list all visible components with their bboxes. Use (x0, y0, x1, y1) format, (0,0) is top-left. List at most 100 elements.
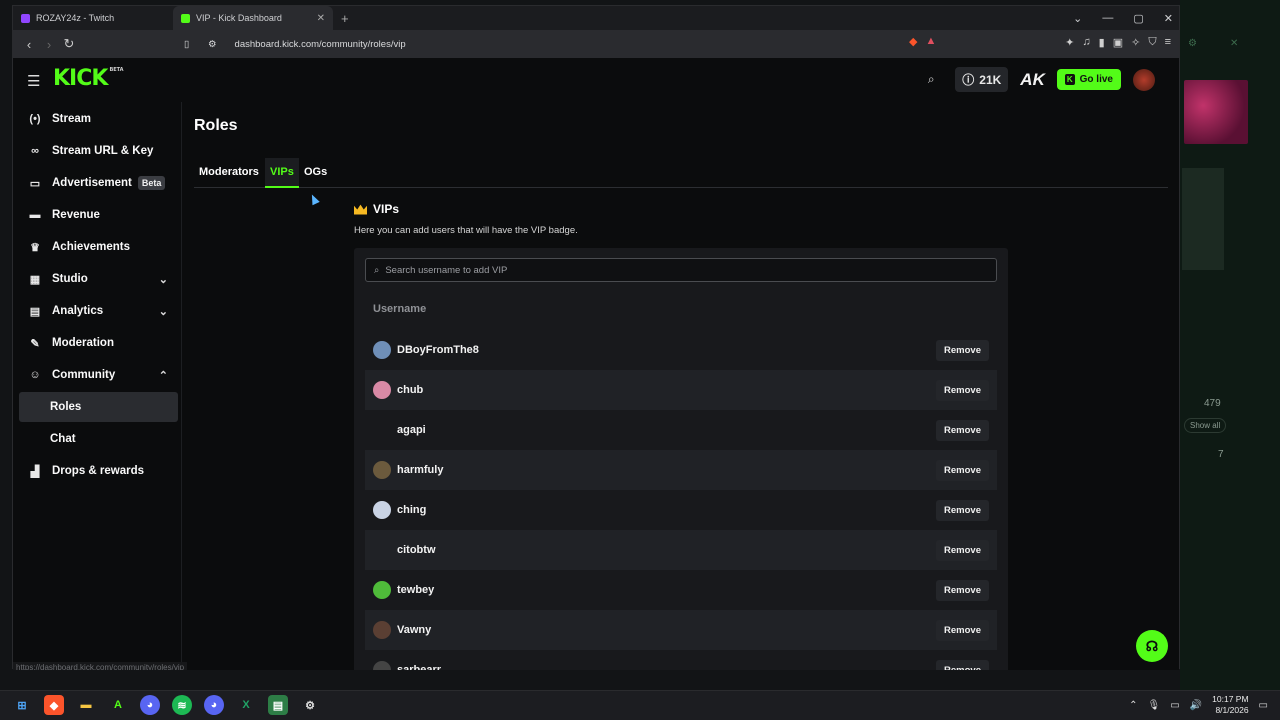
search-placeholder[interactable]: Search username to add VIP (385, 265, 507, 276)
headset-icon: ☊ (1145, 637, 1159, 654)
username: sarbearr (397, 664, 442, 670)
avatar (373, 541, 391, 559)
studio-icon: ▦ (29, 273, 41, 286)
tab-ogs[interactable]: OGs (299, 158, 332, 188)
username: chub (397, 384, 424, 396)
tab-vips[interactable]: VIPs (265, 158, 299, 188)
avatar (373, 381, 391, 399)
tray-chevron-up-icon[interactable]: ⌃ (1129, 700, 1137, 711)
forward-icon[interactable]: › (39, 37, 59, 52)
system-clock[interactable]: 10:17 PM 8/1/2026 (1212, 694, 1248, 716)
remove-button[interactable]: Remove (936, 339, 989, 361)
sidebar-item-community[interactable]: ☺ Community ⌃ (19, 360, 178, 390)
reload-icon[interactable]: ↻ (59, 36, 79, 52)
new-tab-icon[interactable]: + (341, 11, 349, 26)
back-icon[interactable]: ‹ (19, 37, 39, 52)
url-text[interactable]: dashboard.kick.com/community/roles/vip (235, 39, 406, 50)
chevron-down-icon: ⌄ (158, 305, 168, 318)
bookmark-icon[interactable]: ▯ (184, 39, 189, 50)
media-icon[interactable]: ♫ (1082, 36, 1090, 49)
logo-beta: BETA (109, 67, 124, 73)
logo-text: KICK (53, 66, 108, 91)
tab-list-chevron-icon[interactable]: ⌄ (1073, 12, 1082, 25)
vpn-icon[interactable]: ⛉ (1148, 36, 1156, 49)
search-icon[interactable]: ⌕ (919, 68, 943, 92)
tab-twitch[interactable]: ROZAY24z - Twitch (13, 6, 173, 30)
site-info-icon[interactable]: ⚙ (208, 39, 217, 50)
brave-rewards-icon[interactable]: ▲ (925, 35, 936, 48)
sidebar-toggle-icon[interactable]: ▮ (1099, 36, 1105, 49)
file-explorer-icon[interactable]: ▬ (76, 695, 96, 715)
excel-icon[interactable]: X (236, 695, 256, 715)
menu-icon[interactable]: ≡ (1165, 36, 1171, 49)
kicks-balance[interactable]: ⓘ 21K (955, 67, 1009, 92)
kicks-count: 21K (979, 72, 1002, 87)
volume-icon[interactable]: 🔊 (1190, 700, 1202, 711)
app-a-icon[interactable]: A (108, 695, 128, 715)
discord-icon-2[interactable]: ◕ (204, 695, 224, 715)
sidebar-item-studio[interactable]: ▦ Studio ⌄ (19, 264, 178, 294)
leo-icon[interactable]: ✧ (1131, 36, 1140, 49)
hamburger-menu-icon[interactable]: ☰ (27, 72, 40, 90)
maximize-icon[interactable]: ▢ (1133, 12, 1143, 25)
roles-tabs: Moderators VIPs OGs (194, 158, 1168, 188)
tab-title: VIP - Kick Dashboard (196, 13, 282, 23)
wallet-icon[interactable]: ▣ (1113, 36, 1123, 49)
remove-button[interactable]: Remove (936, 499, 989, 521)
remove-button[interactable]: Remove (936, 539, 989, 561)
sidebar-item-moderation[interactable]: ✎ Moderation (19, 328, 178, 358)
tab-kick-dashboard[interactable]: VIP - Kick Dashboard ✕ (173, 6, 333, 30)
display-icon[interactable]: ▭ (1170, 700, 1179, 711)
user-avatar[interactable] (1133, 68, 1155, 91)
remove-button[interactable]: Remove (936, 659, 989, 670)
sidebar-item-stream[interactable]: (•) Stream (19, 104, 178, 134)
settings-icon[interactable]: ⚙ (300, 695, 320, 715)
avatar (373, 421, 391, 439)
remove-button[interactable]: Remove (936, 379, 989, 401)
revenue-icon: ▬ (29, 209, 41, 221)
sidebar-item-analytics[interactable]: ▤ Analytics ⌄ (19, 296, 178, 326)
remove-button[interactable]: Remove (936, 619, 989, 641)
window-close-icon[interactable]: ✕ (1164, 12, 1173, 25)
sidebar-item-stream-url-key[interactable]: ∞ Stream URL & Key (19, 136, 178, 166)
search-input[interactable]: ⌕ Search username to add VIP (365, 258, 997, 282)
windows-start-icon[interactable]: ⊞ (12, 695, 32, 715)
mouse-cursor-icon (308, 192, 320, 206)
sheets-icon[interactable]: ▤ (268, 695, 288, 715)
spotify-icon[interactable]: ≋ (172, 695, 192, 715)
discord-icon[interactable]: ◕ (140, 695, 160, 715)
avatar (373, 621, 391, 639)
sidebar-item-roles[interactable]: Roles (19, 392, 178, 422)
sidebar-item-label: Chat (50, 433, 76, 445)
tab-moderators[interactable]: Moderators (194, 158, 264, 188)
background-show-all[interactable]: Show all (1184, 418, 1227, 433)
sidebar-item-chat[interactable]: Chat (19, 424, 178, 454)
sidebar: (•) Stream ∞ Stream URL & Key ▭ Advertiseme… (13, 102, 182, 670)
desktop: 479 Show all 7 ⚙ ✕ ROZAY24z - Twitch VIP… (0, 0, 1280, 720)
remove-button[interactable]: Remove (936, 459, 989, 481)
username: DBoyFromThe8 (397, 344, 479, 356)
url-field[interactable]: ▯ ⚙ dashboard.kick.com/community/roles/v… (184, 34, 953, 54)
sidebar-item-label: Achievements (52, 241, 130, 253)
microphone-icon[interactable]: 🎙 (1148, 700, 1161, 711)
brave-shield-icon[interactable]: ◆ (909, 35, 917, 48)
extensions-icon[interactable]: ✦ (1065, 36, 1074, 49)
notifications-icon[interactable]: ▭ (1259, 700, 1268, 711)
sidebar-item-drops-rewards[interactable]: ▟ Drops & rewards (19, 456, 178, 486)
kick-logo[interactable]: KICK BETA (53, 66, 124, 91)
go-live-button[interactable]: K Go live (1056, 69, 1121, 90)
sidebar-item-advertisement[interactable]: ▭ Advertisement Beta (19, 168, 178, 198)
remove-button[interactable]: Remove (936, 579, 989, 601)
remove-button[interactable]: Remove (936, 419, 989, 441)
support-chat-button[interactable]: ☊ (1136, 630, 1168, 662)
brave-icon[interactable]: ◆ (44, 695, 64, 715)
tab-close-icon[interactable]: ✕ (317, 13, 325, 24)
minimize-icon[interactable]: — (1102, 12, 1113, 24)
sidebar-item-label: Stream URL & Key (52, 145, 154, 157)
sidebar-item-achievements[interactable]: ♛ Achievements (19, 232, 178, 262)
kick-icon (181, 13, 190, 23)
tab-bar: ROZAY24z - Twitch VIP - Kick Dashboard ✕… (13, 6, 1179, 30)
ak-logo[interactable]: AK (1020, 70, 1045, 90)
background-count-2: 7 (1218, 449, 1224, 460)
sidebar-item-revenue[interactable]: ▬ Revenue (19, 200, 178, 230)
